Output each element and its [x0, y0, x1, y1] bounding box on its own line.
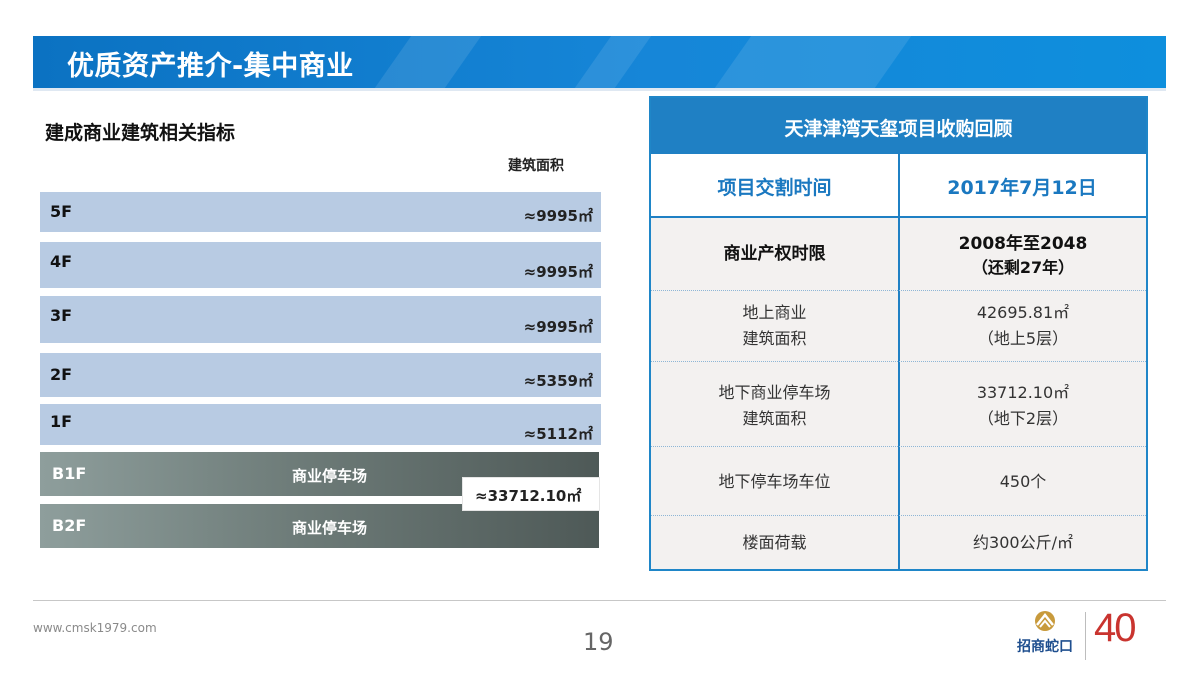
handover-value: 2017年7月12日: [947, 177, 1097, 199]
row-label: 楼面荷载: [742, 533, 807, 552]
banner-underline: [33, 88, 1166, 91]
logo-separator: [1085, 612, 1086, 660]
row-label: 地下停车场车位: [718, 472, 831, 491]
row-label: 商业产权时限: [723, 244, 826, 264]
basement-use: 商业停车场: [292, 467, 368, 485]
row-label: 建筑面积: [742, 409, 807, 428]
floor-label: B1F: [52, 464, 87, 483]
floor-area: ≈9995㎡: [523, 207, 593, 225]
row-value: 约300公斤/㎡: [973, 533, 1073, 552]
floor-bar-3f: 3F ≈9995㎡: [40, 296, 601, 343]
acquisition-table: 天津津湾天玺项目收购回顾 项目交割时间 2017年7月12日 商业产权时限 20…: [649, 96, 1148, 571]
floor-area: ≈5359㎡: [523, 372, 593, 390]
title-banner: 优质资产推介-集中商业: [33, 36, 1166, 88]
floor-label: 3F: [50, 306, 73, 325]
page-title: 优质资产推介-集中商业: [67, 51, 354, 82]
footer-divider: [33, 600, 1166, 601]
floor-bar-2f: 2F ≈5359㎡: [40, 353, 601, 397]
table-header: 天津津湾天玺项目收购回顾: [651, 98, 1146, 154]
row-value-note: （还剩27年）: [971, 258, 1075, 277]
row-value: 33712.10㎡: [976, 383, 1070, 402]
floor-bar-4f: 4F ≈9995㎡: [40, 242, 601, 288]
basement-area-box: ≈33712.10㎡: [463, 478, 599, 510]
floor-bar-1f: 1F ≈5112㎡: [40, 404, 601, 445]
cmsk-logo: 招商蛇口: [1010, 608, 1080, 664]
floor-area: ≈5112㎡: [523, 425, 593, 443]
floor-bar-5f: 5F ≈9995㎡: [40, 192, 601, 232]
anniversary-logo: 40: [1092, 606, 1170, 660]
basement-bar-b2f: B2F 商业停车场: [40, 504, 599, 548]
floor-label: 5F: [50, 202, 73, 221]
table-row: 楼面荷载 约300公斤/㎡: [651, 516, 1146, 569]
floor-area: ≈9995㎡: [523, 318, 593, 336]
row-label: 建筑面积: [742, 329, 807, 348]
row-value: 42695.81㎡: [976, 303, 1070, 322]
handover-label: 项目交割时间: [717, 177, 832, 199]
website-url: www.cmsk1979.com: [33, 621, 157, 635]
banner-stripe: [714, 36, 912, 88]
section-title: 建成商业建筑相关指标: [45, 122, 236, 144]
banner-stripe: [574, 36, 652, 88]
floor-label: 4F: [50, 252, 73, 271]
banner-stripe: [374, 36, 482, 88]
row-label: 地上商业: [742, 303, 807, 322]
floor-label: 2F: [50, 365, 73, 384]
row-label: 地下商业停车场: [718, 383, 831, 402]
table-row: 地下停车场车位 450个: [651, 447, 1146, 516]
floor-label: 1F: [50, 412, 73, 431]
table-row: 地上商业 建筑面积 42695.81㎡ （地上5层）: [651, 291, 1146, 362]
row-value: 2008年至2048: [958, 234, 1088, 254]
basement-area: ≈33712.10㎡: [475, 487, 582, 505]
row-value-note: （地上5层）: [977, 329, 1069, 348]
logo-text: 招商蛇口: [1017, 639, 1073, 655]
row-value: 450个: [999, 472, 1047, 491]
table-title: 天津津湾天玺项目收购回顾: [784, 118, 1013, 140]
floor-label: B2F: [52, 516, 87, 535]
anniversary-number: 40: [1094, 606, 1136, 650]
table-row: 商业产权时限 2008年至2048 （还剩27年）: [651, 218, 1146, 291]
row-value-note: （地下2层）: [977, 409, 1069, 428]
basement-use: 商业停车场: [292, 519, 368, 537]
page-number: 19: [583, 628, 614, 656]
table-row: 地下商业停车场 建筑面积 33712.10㎡ （地下2层）: [651, 362, 1146, 447]
floor-area: ≈9995㎡: [523, 263, 593, 281]
area-column-header: 建筑面积: [508, 158, 564, 174]
